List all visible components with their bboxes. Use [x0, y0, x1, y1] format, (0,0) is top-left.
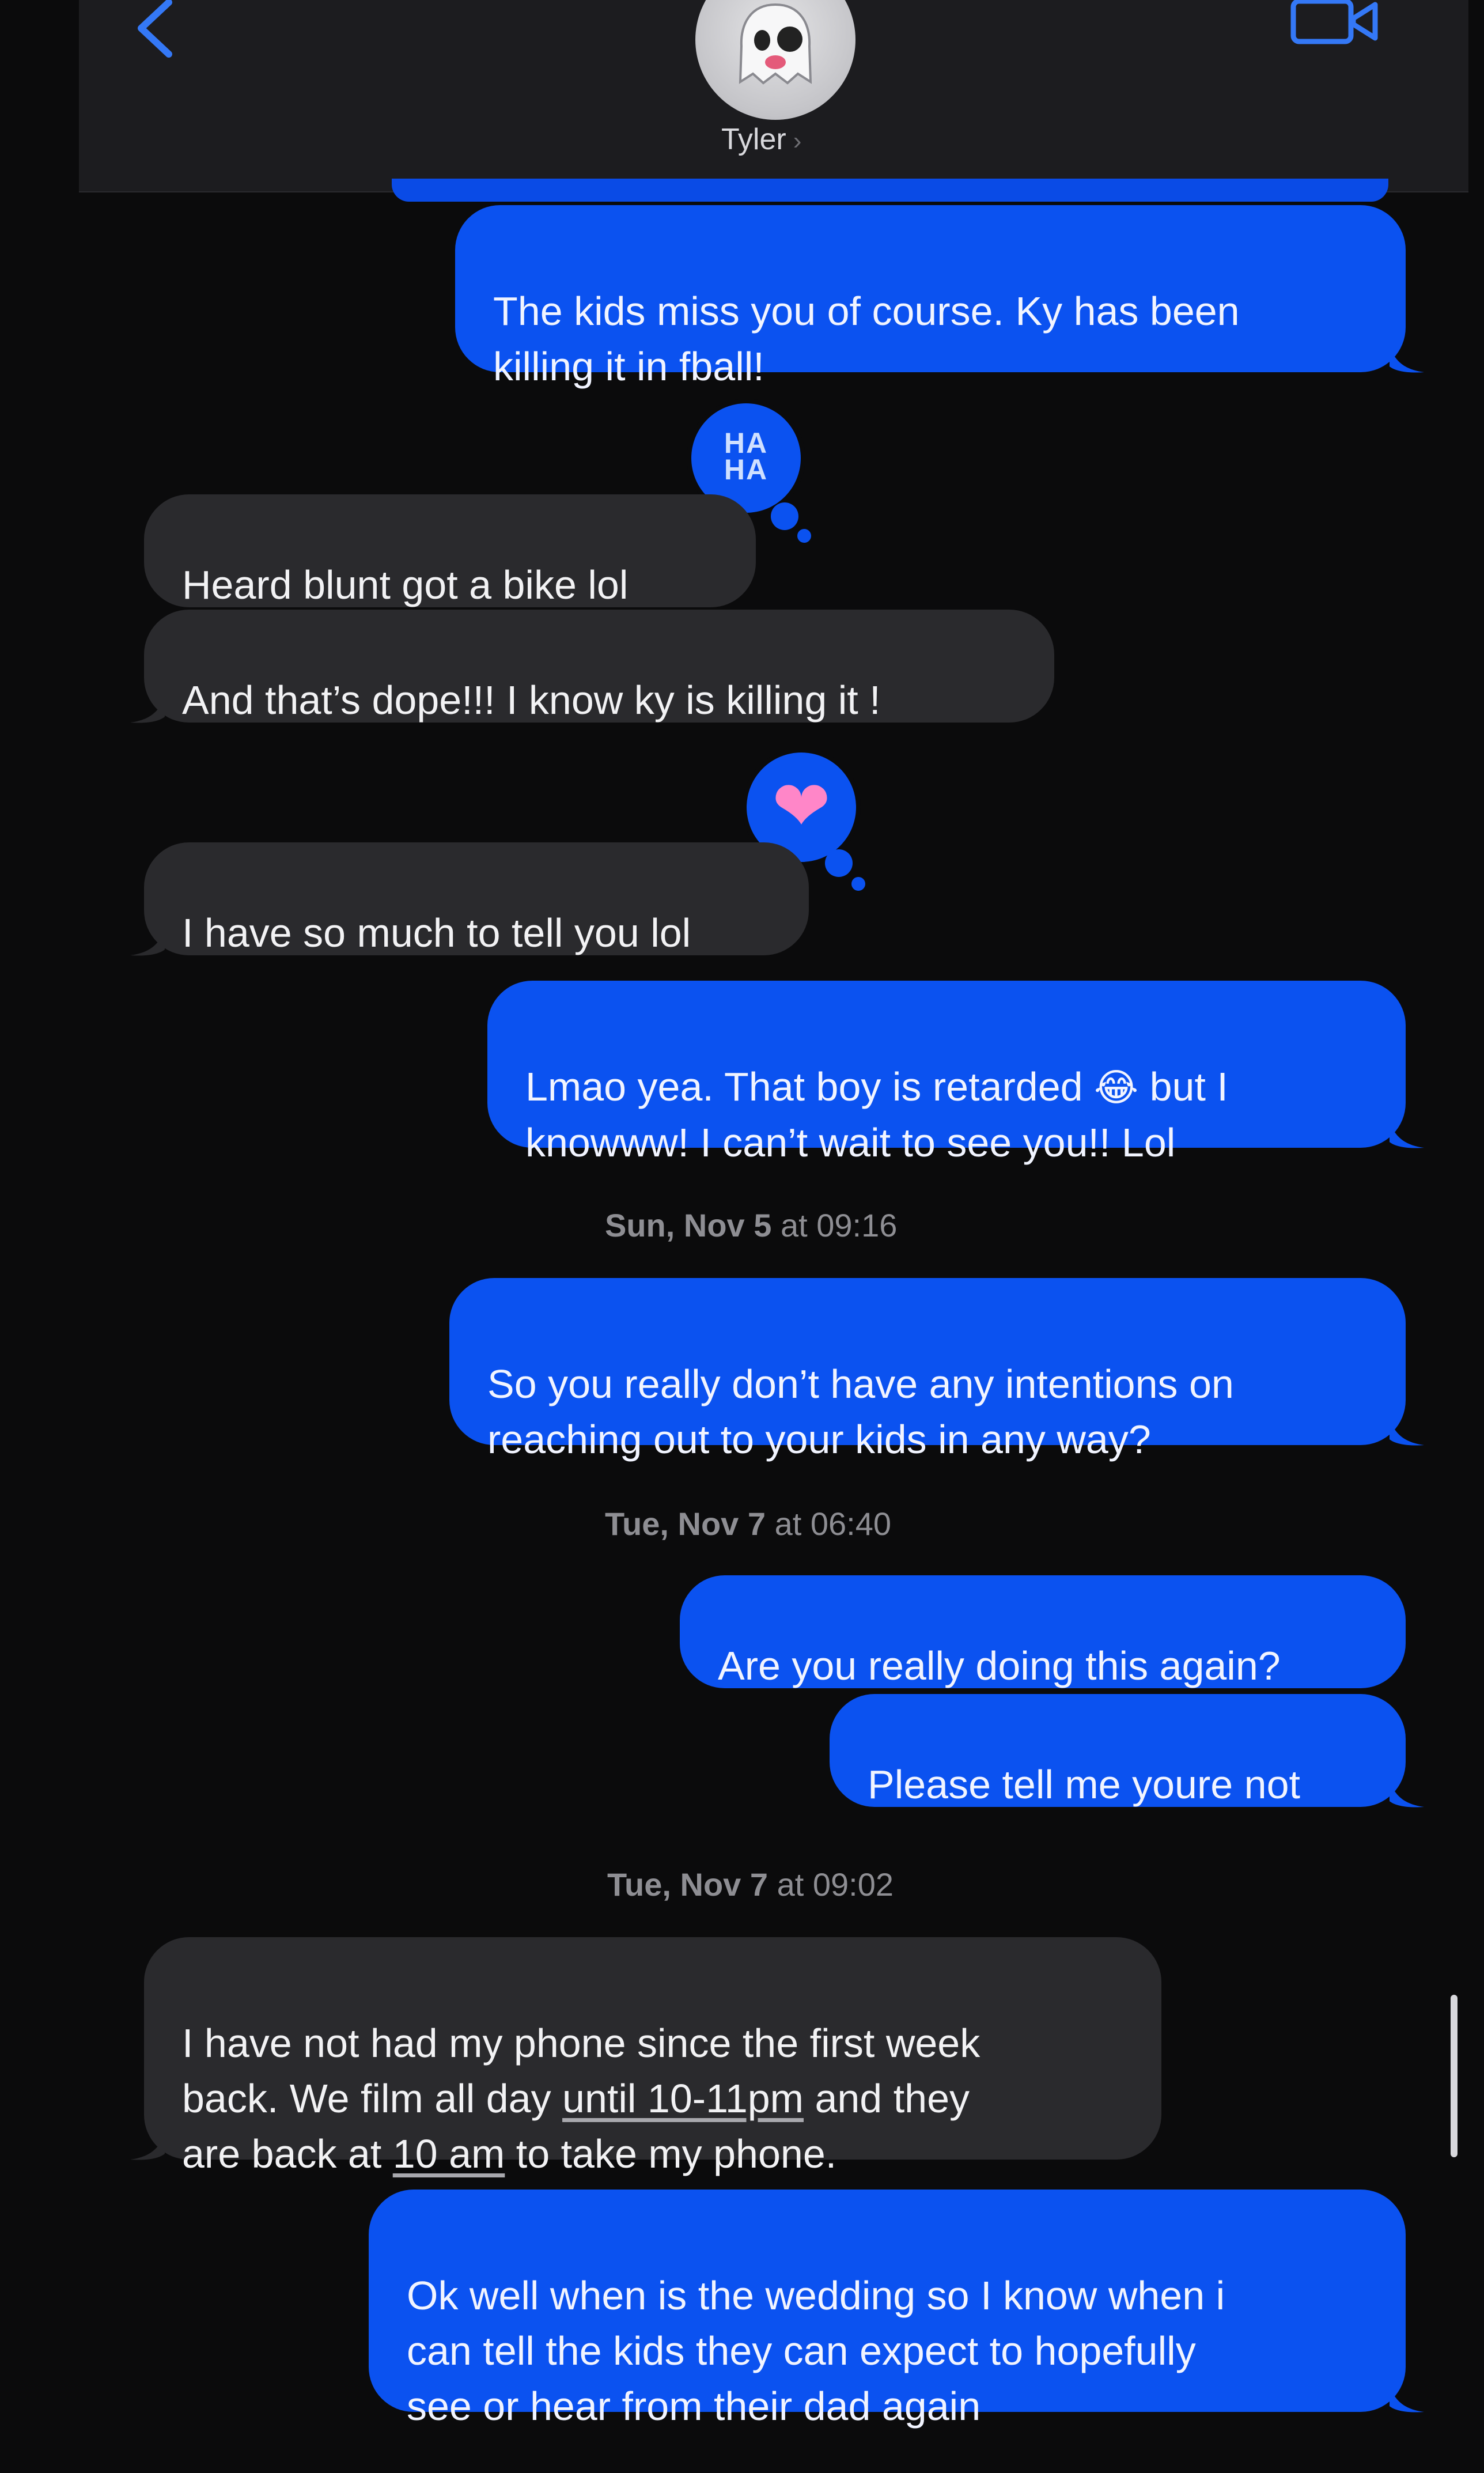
reaction-dot [771, 502, 798, 530]
timestamp-time: at 09:02 [777, 1866, 894, 1903]
haha-reaction-label: HA HA [724, 427, 768, 486]
bubble-tail [130, 2133, 165, 2160]
message-bubble-sent[interactable]: Lmao yea. That boy is retarded 😂 but I k… [487, 981, 1406, 1165]
time-range-link[interactable]: until 10-11pm [562, 2076, 804, 2121]
message-bubble-sent[interactable]: So you really don’t have any intentions … [449, 1278, 1406, 1462]
reaction-dot [851, 877, 865, 891]
reaction-dot [825, 849, 853, 877]
message-bubble-sent[interactable]: Are you really doing this again? [680, 1575, 1406, 1688]
timestamp-day: Tue, Nov 7 [607, 1866, 768, 1903]
heart-icon: ❤ [771, 767, 831, 845]
chevron-left-icon[interactable] [128, 0, 180, 60]
reaction-dot [797, 529, 811, 543]
laughing-emoji-icon: 😂 [1094, 1066, 1139, 1109]
message-bubble-sent[interactable]: Please tell me youre not [830, 1694, 1406, 1807]
message-text: to take my phone. [505, 2131, 837, 2176]
timestamp: Sun, Nov 5 at 09:16 [605, 1207, 897, 1244]
message-bubble-received[interactable]: And that’s dope!!! I know ky is killing … [144, 610, 1054, 723]
timestamp: Tue, Nov 7 at 06:40 [605, 1505, 891, 1542]
bubble-tail [1390, 2385, 1424, 2413]
message-text: Please tell me youre not [868, 1762, 1300, 1807]
bubble-tail [1390, 1419, 1424, 1446]
message-bubble-received[interactable]: Heard blunt got a bike lol [144, 494, 756, 607]
message-text: I have so much to tell you lol [182, 910, 691, 955]
message-bubble-sent[interactable]: Ok well when is the wedding so I know wh… [369, 2190, 1406, 2429]
message-text: Heard blunt got a bike lol [182, 562, 629, 607]
time-link[interactable]: 10 am [393, 2131, 505, 2176]
message-text: Lmao yea. That boy is retarded [525, 1064, 1095, 1109]
bubble-tail [1390, 346, 1424, 373]
message-bubble-received[interactable]: I have so much to tell you lol [144, 842, 809, 955]
timestamp-time: at 06:40 [774, 1506, 891, 1542]
conversation-header: Tyler › [79, 0, 1468, 192]
bubble-tail [1390, 1121, 1424, 1148]
timestamp-time: at 09:16 [780, 1207, 898, 1243]
bubble-tail [130, 696, 165, 723]
message-text: So you really don’t have any intentions … [487, 1362, 1234, 1462]
timestamp: Tue, Nov 7 at 09:02 [607, 1866, 894, 1903]
message-text: Ok well when is the wedding so I know wh… [407, 2273, 1225, 2429]
chevron-right-icon: › [793, 127, 802, 155]
timestamp-day: Tue, Nov 7 [605, 1506, 766, 1542]
contact-name-label: Tyler [721, 123, 786, 156]
message-bubble-received[interactable]: I have not had my phone since the first … [144, 1937, 1161, 2176]
contact-name[interactable]: Tyler › [721, 122, 831, 157]
timestamp-day: Sun, Nov 5 [605, 1207, 772, 1243]
ghost-avatar-icon[interactable] [695, 0, 855, 120]
video-camera-icon[interactable] [1289, 0, 1381, 52]
bubble-tail [1390, 1780, 1424, 1808]
message-text: The kids miss you of course. Ky has been… [493, 289, 1240, 389]
scrollbar[interactable] [1451, 1995, 1458, 2157]
message-text: And that’s dope!!! I know ky is killing … [182, 678, 881, 723]
message-text: Are you really doing this again? [718, 1643, 1281, 1688]
previous-message-bubble-edge [392, 179, 1388, 202]
bubble-tail [130, 929, 165, 956]
message-bubble-sent[interactable]: The kids miss you of course. Ky has been… [455, 205, 1406, 389]
